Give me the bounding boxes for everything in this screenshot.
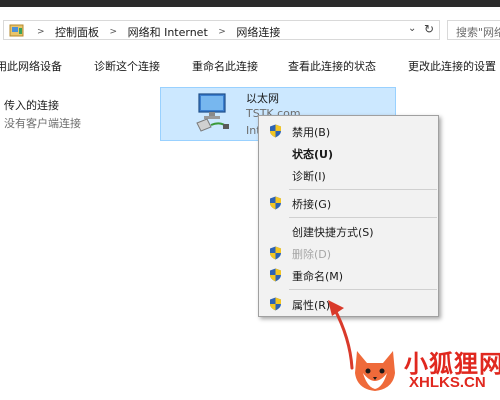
shield-icon bbox=[270, 268, 281, 282]
breadcrumb-item-network-connections[interactable]: 网络连接 bbox=[236, 24, 280, 40]
breadcrumb-separator-icon: > bbox=[37, 27, 45, 37]
command-bar: 用此网络设备 诊断这个连接 重命名此连接 查看此连接的状态 更改此连接的设置 bbox=[0, 52, 500, 76]
incoming-connections-subtitle: 没有客户端连接 bbox=[4, 117, 81, 130]
window-top-strip bbox=[0, 0, 500, 7]
menu-item-label: 诊断(I) bbox=[292, 170, 326, 183]
menu-item-diagnose[interactable]: 诊断(I) bbox=[259, 165, 438, 185]
shield-icon bbox=[270, 297, 281, 311]
search-input[interactable]: 搜索"网络 bbox=[447, 20, 500, 40]
change-settings-button[interactable]: 更改此连接的设置 bbox=[408, 58, 496, 74]
breadcrumb-item-network-internet[interactable]: 网络和 Internet bbox=[128, 24, 208, 40]
refresh-icon[interactable]: ↻ bbox=[424, 22, 434, 36]
menu-item-label: 重命名(M) bbox=[292, 270, 344, 283]
address-bar[interactable]: > 控制面板 > 网络和 Internet > 网络连接 ⌄ ↻ bbox=[3, 20, 440, 40]
breadcrumb: > 控制面板 > 网络和 Internet > 网络连接 bbox=[30, 24, 280, 40]
shield-icon bbox=[270, 246, 281, 260]
menu-item-create-shortcut[interactable]: 创建快捷方式(S) bbox=[259, 221, 438, 241]
menu-item-label: 删除(D) bbox=[292, 248, 332, 261]
breadcrumb-separator-icon: > bbox=[109, 27, 118, 37]
diagnose-connection-button[interactable]: 诊断这个连接 bbox=[94, 58, 160, 74]
menu-separator bbox=[289, 189, 437, 190]
breadcrumb-item-control-panel[interactable]: 控制面板 bbox=[55, 24, 99, 40]
shield-icon bbox=[270, 124, 281, 138]
network-adapter-icon bbox=[196, 93, 229, 132]
menu-item-delete: 删除(D) bbox=[259, 243, 438, 263]
disable-device-button[interactable]: 用此网络设备 bbox=[0, 58, 62, 74]
rename-connection-button[interactable]: 重命名此连接 bbox=[192, 58, 258, 74]
fox-logo-icon bbox=[355, 351, 395, 391]
adapter-name: 以太网 bbox=[246, 92, 279, 105]
view-status-button[interactable]: 查看此连接的状态 bbox=[288, 58, 376, 74]
menu-item-label: 禁用(B) bbox=[292, 126, 331, 139]
menu-item-rename[interactable]: 重命名(M) bbox=[259, 265, 438, 285]
address-row: > 控制面板 > 网络和 Internet > 网络连接 ⌄ ↻ 搜索"网络 bbox=[0, 14, 500, 44]
context-menu: 禁用(B) 状态(U) 诊断(I) 桥接(G) 创建快捷方式(S) 删除(D) … bbox=[258, 115, 439, 317]
chevron-down-icon[interactable]: ⌄ bbox=[408, 23, 416, 34]
menu-item-bridge[interactable]: 桥接(G) bbox=[259, 193, 438, 213]
menu-item-label: 状态(U) bbox=[292, 148, 333, 161]
incoming-connections-title[interactable]: 传入的连接 bbox=[4, 97, 59, 113]
watermark-text-en: XHLKS.CN bbox=[409, 374, 486, 391]
menu-item-status[interactable]: 状态(U) bbox=[259, 143, 438, 163]
menu-separator bbox=[289, 217, 437, 218]
menu-item-label: 创建快捷方式(S) bbox=[292, 226, 374, 239]
breadcrumb-separator-icon: > bbox=[218, 27, 226, 37]
menu-item-disable[interactable]: 禁用(B) bbox=[259, 121, 438, 141]
menu-item-label: 桥接(G) bbox=[292, 198, 332, 211]
control-panel-icon bbox=[9, 24, 24, 37]
shield-icon bbox=[270, 196, 281, 210]
menu-separator bbox=[289, 289, 437, 290]
